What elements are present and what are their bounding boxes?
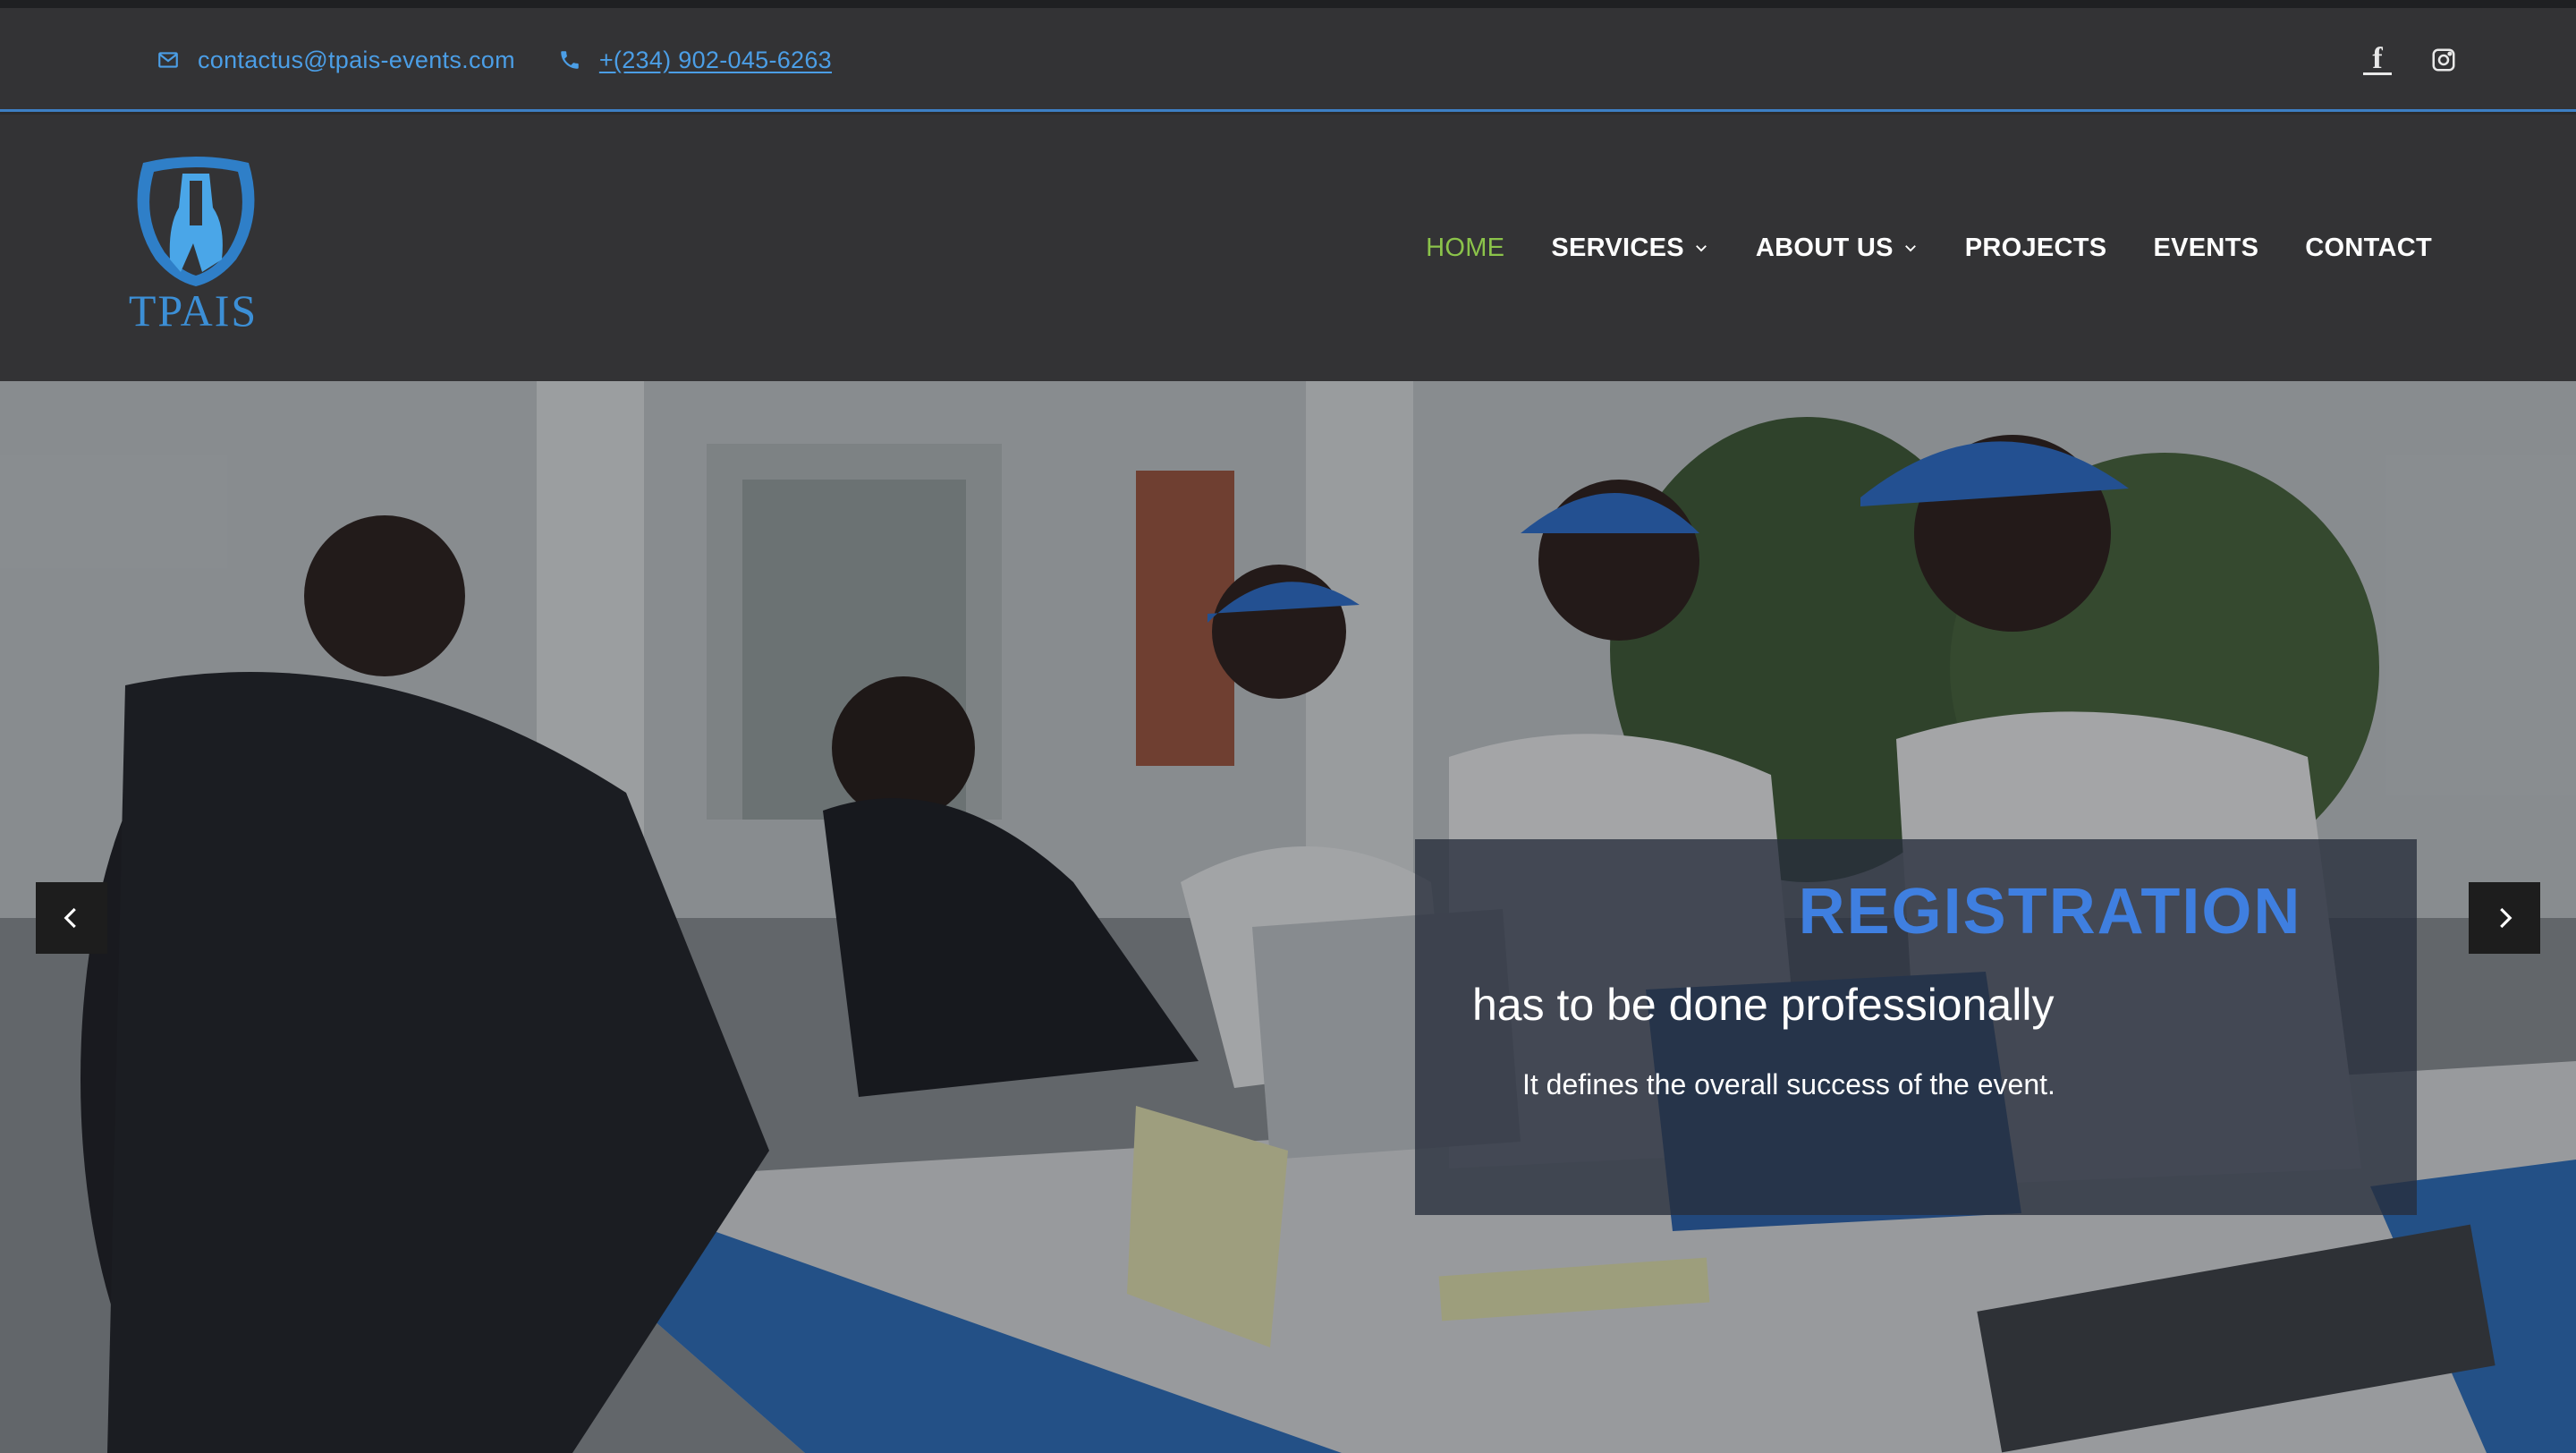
slide-caption: REGISTRATION has to be done professional…: [1415, 839, 2417, 1215]
phone-icon: [556, 47, 583, 73]
instagram-icon[interactable]: [2429, 46, 2458, 74]
slider-next-button[interactable]: [2469, 882, 2540, 954]
nav-events-label: EVENTS: [2153, 233, 2259, 262]
nav-services[interactable]: SERVICES: [1551, 234, 1709, 263]
nav-projects[interactable]: PROJECTS: [1965, 234, 2107, 263]
logo-shield-icon: [137, 157, 255, 286]
slide-description: It defines the overall success of the ev…: [1522, 1068, 2055, 1100]
contact-info: contactus@tpais-events.com +(234) 902-04…: [155, 8, 832, 112]
chevron-down-icon: [1695, 245, 1707, 252]
nav-about-us-label: ABOUT US: [1755, 233, 1894, 262]
chevron-right-icon: [2500, 907, 2512, 929]
envelope-icon: [155, 47, 182, 73]
nav-events[interactable]: EVENTS: [2153, 234, 2258, 263]
main-nav: HOME SERVICES ABOUT US PROJECTS EVENTS C…: [1426, 115, 2432, 381]
slider-prev-button[interactable]: [36, 882, 107, 954]
slide-title: REGISTRATION: [1798, 876, 2302, 947]
contact-email[interactable]: contactus@tpais-events.com: [198, 47, 515, 74]
site-logo[interactable]: TPAIS: [122, 154, 265, 336]
nav-about-us[interactable]: ABOUT US: [1756, 234, 1919, 263]
top-strip: [0, 0, 2576, 8]
nav-projects-label: PROJECTS: [1964, 233, 2107, 262]
site-header: TPAIS HOME SERVICES ABOUT US PROJECTS EV…: [0, 115, 2576, 381]
slide-subtitle: has to be done professionally: [1472, 980, 2055, 1030]
contact-phone-link[interactable]: +(234) 902-045-6263: [599, 47, 832, 74]
chevron-down-icon: [1904, 245, 1916, 252]
nav-home[interactable]: HOME: [1426, 234, 1504, 263]
hero-slider: REGISTRATION has to be done professional…: [0, 381, 2576, 1453]
contact-bar: contactus@tpais-events.com +(234) 902-04…: [0, 8, 2576, 112]
nav-contact-label: CONTACT: [2305, 233, 2432, 262]
nav-home-label: HOME: [1426, 233, 1505, 262]
facebook-icon[interactable]: f: [2363, 43, 2392, 75]
nav-contact[interactable]: CONTACT: [2305, 234, 2432, 263]
logo-text: TPAIS: [128, 285, 258, 336]
nav-services-label: SERVICES: [1551, 233, 1684, 262]
social-links: f: [2363, 8, 2458, 112]
chevron-left-icon: [64, 907, 76, 929]
